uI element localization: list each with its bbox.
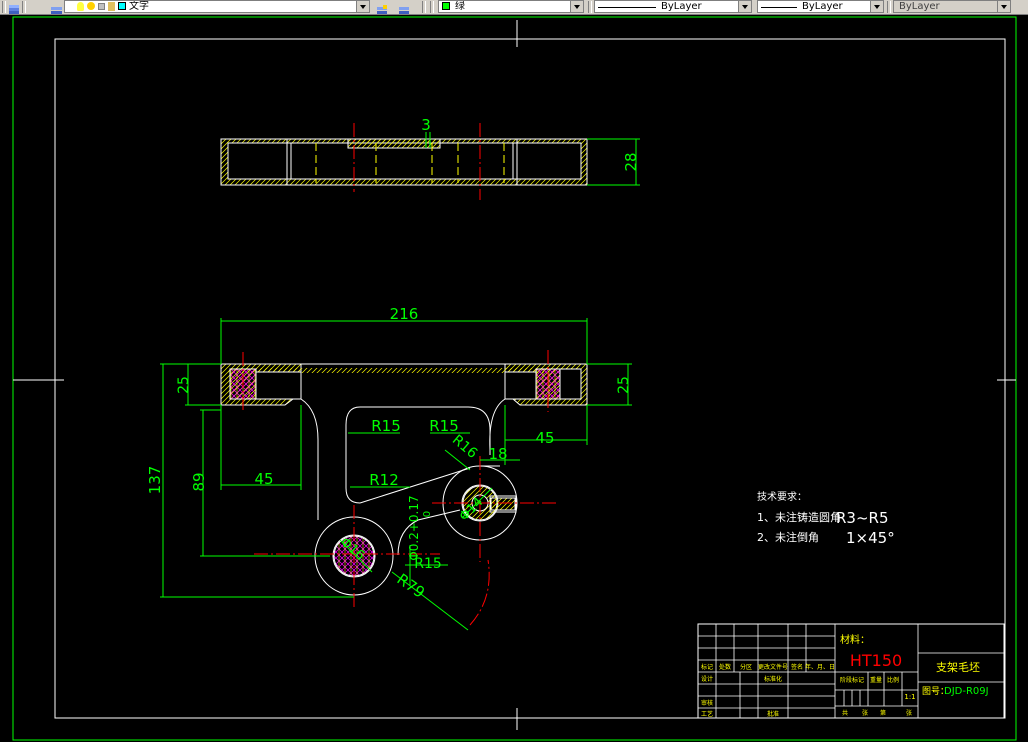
chevron-down-icon[interactable] [738,1,751,12]
tech-req-line2-value: 1×45° [846,529,895,547]
tech-req-line2-label: 2、未注倒角 [757,530,819,544]
dim-137: 137 [146,466,164,495]
top-view[interactable]: 3 28 [220,116,640,200]
toolbar-grip[interactable] [2,1,6,13]
properties-toolbar: 文字 绿 ByLayer ByLayer ByLayer [0,0,1028,15]
lineweight-dropdown[interactable]: ByLayer [757,0,884,13]
row-approve-label: 批准 [767,710,779,718]
dim-25-right: 25 [616,376,632,394]
plotstyle-name: ByLayer [899,1,940,12]
sheets-total-label: 共 [842,709,848,717]
layer-name: 文字 [129,1,149,12]
layer-states-icon[interactable] [50,1,62,14]
row-review-label: 审核 [701,699,713,707]
layer-previous-icon[interactable] [398,1,410,14]
toolbar-separator [887,1,891,13]
plotstyle-dropdown[interactable]: ByLayer [893,0,1011,13]
dim-3: 3 [421,116,431,134]
drawing-canvas[interactable]: 3 28 216 25 25 137 89 45 45 18 R15 R15 R… [0,14,1028,742]
dim-r12: R12 [369,471,399,489]
dim-18: 18 [488,445,507,463]
chevron-down-icon[interactable] [997,1,1010,12]
dim-r15-a: R15 [371,417,401,435]
dim-25-left: 25 [176,376,192,394]
dim-tolerance: Φ0.2+0.17 [407,495,421,560]
dim-r79: R79 [394,570,429,602]
lock-icon[interactable] [98,3,105,10]
lineweight-sample [761,7,797,8]
chevron-down-icon[interactable] [570,1,583,12]
row-process-label: 工艺 [701,710,713,718]
part-name: 支架毛坯 [936,661,980,674]
toolbar-grip[interactable] [430,1,434,13]
technical-requirements[interactable]: 技术要求： 1、未注铸造圆角 R3~R5 2、未注倒角 1×45° [757,490,895,547]
color-dropdown[interactable]: 绿 [438,0,584,13]
sheets-total-unit: 张 [862,709,868,717]
header-signature: 签名 [791,663,803,671]
sheet-number-label: 第 [880,709,886,717]
tech-req-line1-value: R3~R5 [836,509,889,527]
dim-28: 28 [622,152,640,171]
tech-req-title: 技术要求： [757,490,807,503]
color-swatch-icon [442,2,450,10]
drawing-number: DJD-R09J [944,686,989,697]
header-change-doc: 更改文件号 [758,663,788,671]
linetype-sample [598,7,656,8]
sheet-number-unit: 张 [906,709,912,717]
dim-tolerance-lower: 0 [422,511,433,517]
weight-label: 重量 [870,676,882,684]
stage-mark-label: 阶段标记 [840,676,864,684]
scale-label: 比例 [887,676,899,684]
chevron-down-icon[interactable] [870,1,883,12]
chevron-down-icon[interactable] [356,1,369,12]
dim-216: 216 [390,305,419,323]
linetype-name: ByLayer [661,1,702,12]
make-object-layer-current-icon[interactable] [376,1,388,14]
color-name: 绿 [455,1,465,12]
front-view[interactable]: 216 25 25 137 89 45 45 18 R15 R15 R16 R1… [146,305,632,631]
row-standardization-label: 标准化 [764,675,782,683]
dim-45-right: 45 [535,429,554,447]
layer-color-swatch-icon [118,2,126,10]
layer-dropdown[interactable]: 文字 [64,0,370,13]
header-date: 年、月、日 [805,663,835,671]
lightbulb-icon[interactable] [77,2,84,11]
toolbar-separator [588,1,592,13]
scale-value: 1:1 [904,693,915,701]
header-count: 处数 [719,663,731,671]
plot-icon[interactable] [108,2,115,11]
toolbar-separator [22,1,26,13]
header-mark: 标记 [701,663,713,671]
dim-45-left: 45 [254,470,273,488]
dim-89: 89 [190,472,208,491]
material-label: 材料： [840,633,870,646]
tech-req-line1-label: 1、未注铸造圆角 [757,510,841,524]
sun-icon[interactable] [87,2,95,10]
row-design-label: 设计 [701,675,713,683]
title-block[interactable]: 材料： HT150 支架毛坯 图号： DJD-R09J 1:1 标记 处数 分区… [697,623,1005,719]
lineweight-name: ByLayer [802,1,843,12]
material-value: HT150 [850,651,902,670]
linetype-dropdown[interactable]: ByLayer [594,0,752,13]
header-zone: 分区 [740,663,752,671]
dim-r15-b: R15 [429,417,459,435]
toolbar-separator [422,1,426,13]
layer-manager-icon[interactable] [8,1,20,14]
